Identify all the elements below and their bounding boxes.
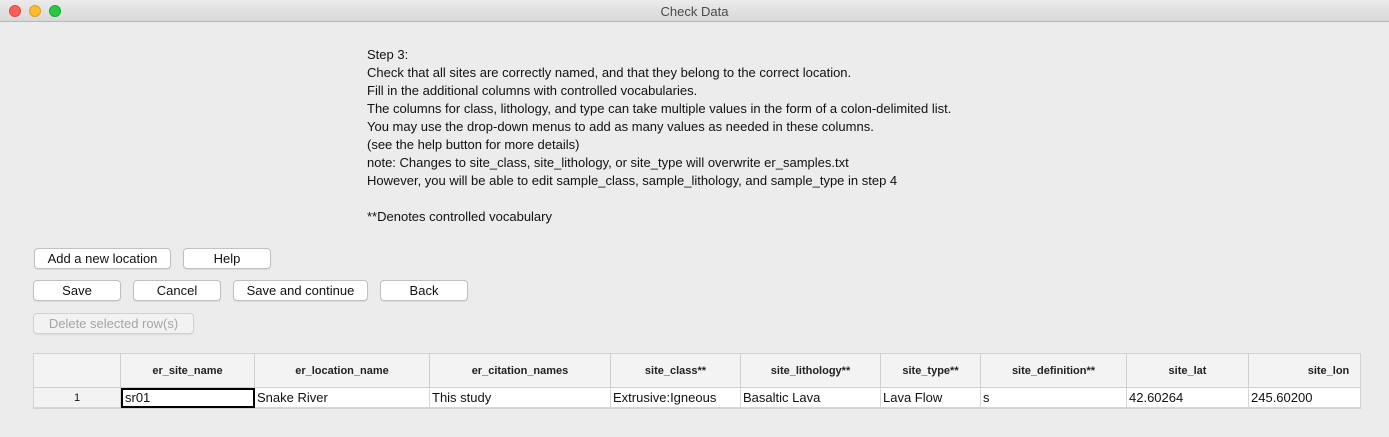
add-location-button[interactable]: Add a new location: [34, 248, 171, 269]
delete-selected-rows-button: Delete selected row(s): [33, 313, 194, 334]
column-header[interactable]: site_type**: [881, 354, 981, 388]
cancel-button[interactable]: Cancel: [133, 280, 221, 301]
table-cell[interactable]: Basaltic Lava: [741, 388, 881, 408]
instructions-panel: Step 3: Check that all sites are correct…: [367, 46, 1267, 226]
instruction-line: Step 3:: [367, 47, 409, 62]
table-cell[interactable]: sr01: [121, 388, 255, 408]
column-header[interactable]: site_lithology**: [741, 354, 881, 388]
back-button[interactable]: Back: [380, 280, 468, 301]
table-cell[interactable]: 42.60264: [1127, 388, 1249, 408]
column-header[interactable]: er_site_name: [121, 354, 255, 388]
column-header[interactable]: site_lon: [1249, 354, 1360, 388]
table-cell[interactable]: s: [981, 388, 1127, 408]
site-data-grid[interactable]: er_site_name er_location_name er_citatio…: [33, 353, 1361, 409]
instruction-line: However, you will be able to edit sample…: [367, 173, 898, 188]
grid-corner[interactable]: [34, 354, 121, 388]
instruction-line: You may use the drop-down menus to add a…: [367, 119, 874, 134]
row-label[interactable]: 1: [34, 388, 121, 408]
title-bar: Check Data: [0, 0, 1389, 22]
instruction-line: Check that all sites are correctly named…: [367, 65, 852, 80]
vocab-note: **Denotes controlled vocabulary: [367, 209, 552, 224]
table-cell[interactable]: Lava Flow: [881, 388, 981, 408]
window-title: Check Data: [660, 4, 729, 19]
instruction-line: Fill in the additional columns with cont…: [367, 83, 698, 98]
instruction-line: The columns for class, lithology, and ty…: [367, 101, 952, 116]
column-header[interactable]: site_lat: [1127, 354, 1249, 388]
column-header[interactable]: er_location_name: [255, 354, 430, 388]
column-header[interactable]: er_citation_names: [430, 354, 611, 388]
column-header[interactable]: site_class**: [611, 354, 741, 388]
help-button[interactable]: Help: [183, 248, 271, 269]
instruction-line: (see the help button for more details): [367, 137, 580, 152]
column-header[interactable]: site_definition**: [981, 354, 1127, 388]
save-and-continue-button[interactable]: Save and continue: [233, 280, 368, 301]
table-cell[interactable]: Snake River: [255, 388, 430, 408]
table-cell[interactable]: Extrusive:Igneous: [611, 388, 741, 408]
save-button[interactable]: Save: [33, 280, 121, 301]
table-cell[interactable]: This study: [430, 388, 611, 408]
table-cell[interactable]: 245.60200: [1249, 388, 1360, 408]
instruction-line: note: Changes to site_class, site_lithol…: [367, 155, 849, 170]
